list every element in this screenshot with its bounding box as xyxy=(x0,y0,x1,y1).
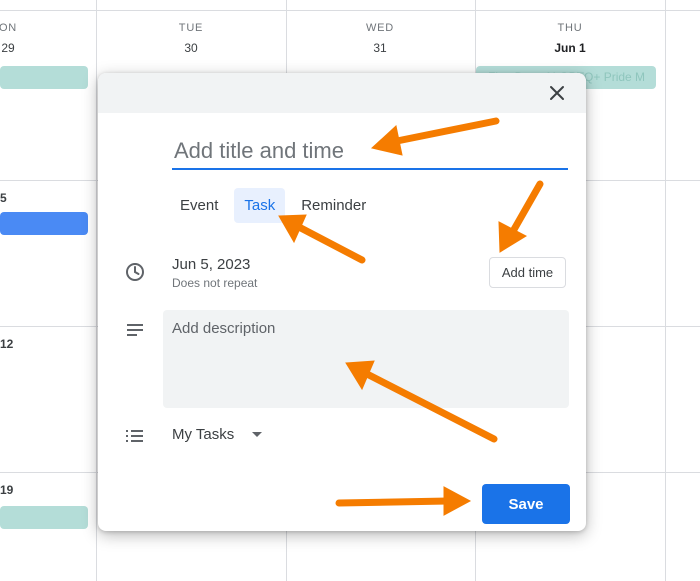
event-chip[interactable] xyxy=(0,506,88,529)
day-name: WED xyxy=(365,22,395,34)
list-icon xyxy=(124,425,146,447)
day-name: THU xyxy=(557,22,583,34)
tab-task[interactable]: Task xyxy=(234,188,286,223)
save-button[interactable]: Save xyxy=(482,484,570,524)
day-name: TUE xyxy=(178,22,204,34)
notes-icon xyxy=(124,319,146,341)
grid-line xyxy=(96,0,97,581)
close-icon[interactable] xyxy=(546,82,568,104)
task-list-dropdown[interactable]: My Tasks xyxy=(172,426,263,443)
date-number[interactable]: 5 xyxy=(0,191,7,205)
day-number[interactable]: 30 xyxy=(111,41,271,55)
tab-reminder[interactable]: Reminder xyxy=(291,188,376,223)
grid-line xyxy=(665,0,666,581)
clock-icon xyxy=(124,261,146,283)
day-header-thu: THU Jun 1 xyxy=(490,0,650,55)
tab-event[interactable]: Event xyxy=(170,188,228,223)
description-input[interactable] xyxy=(163,310,569,408)
day-header-mon: ON 29 xyxy=(0,0,88,55)
create-dialog: Event Task Reminder Jun 5, 2023 Does not… xyxy=(98,73,586,531)
event-chip[interactable] xyxy=(0,66,88,89)
type-tabs: Event Task Reminder xyxy=(170,188,376,223)
day-header-tue: TUE 30 xyxy=(111,0,271,55)
day-header-wed: WED 31 xyxy=(300,0,460,55)
repeat-setting[interactable]: Does not repeat xyxy=(172,276,257,290)
title-input[interactable] xyxy=(172,134,568,170)
day-name: ON xyxy=(0,22,18,34)
day-number[interactable]: Jun 1 xyxy=(490,41,650,55)
event-chip[interactable] xyxy=(0,212,88,235)
caret-down-icon xyxy=(252,432,263,437)
day-number[interactable]: 31 xyxy=(300,41,460,55)
task-date[interactable]: Jun 5, 2023 xyxy=(172,256,250,273)
date-number[interactable]: 19 xyxy=(0,483,13,497)
add-time-button[interactable]: Add time xyxy=(489,257,566,288)
task-list-label: My Tasks xyxy=(172,426,235,443)
dialog-drag-header[interactable] xyxy=(98,73,586,113)
day-number[interactable]: 29 xyxy=(0,41,88,55)
date-number[interactable]: 12 xyxy=(0,337,13,351)
